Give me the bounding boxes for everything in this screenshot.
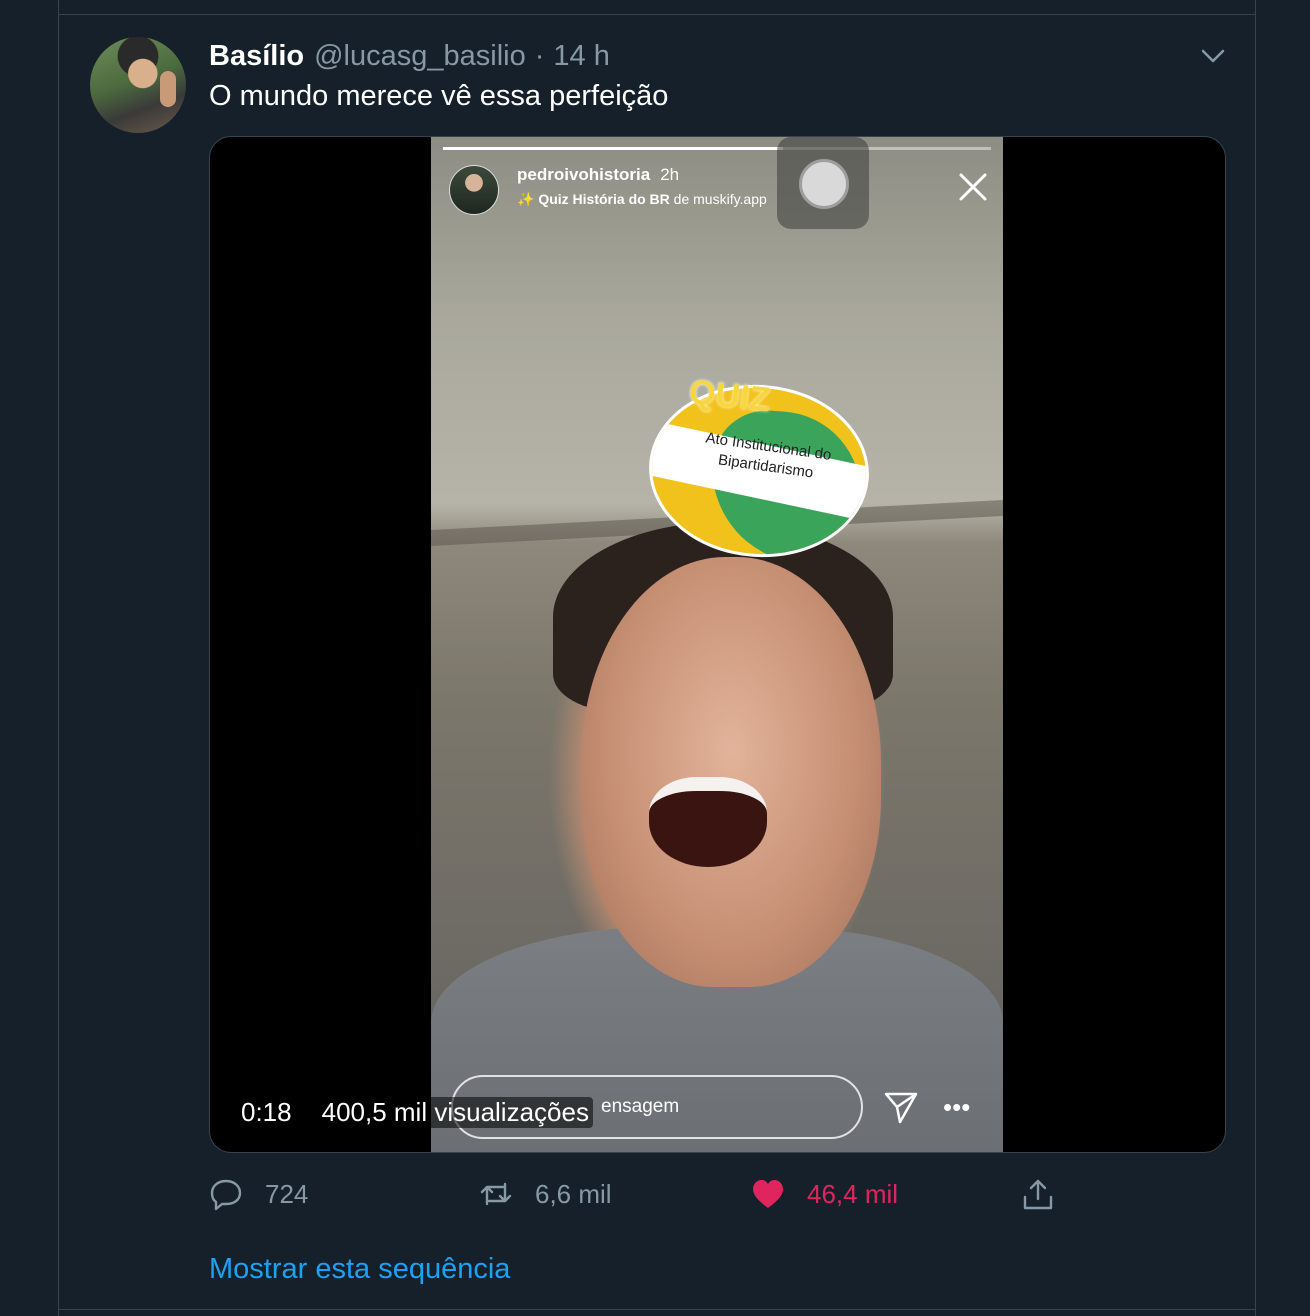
author-avatar[interactable] xyxy=(90,37,186,133)
mouth xyxy=(649,777,767,867)
story-username-line: pedroivohistoria 2h xyxy=(517,165,679,185)
record-button xyxy=(777,137,869,229)
avatar-hand xyxy=(160,71,176,107)
face xyxy=(581,557,881,987)
story-effect-by: de muskify.app xyxy=(673,191,767,207)
retweet-button[interactable]: 6,6 mil xyxy=(479,1172,612,1216)
story-time: 2h xyxy=(660,165,680,184)
story-user-avatar xyxy=(449,165,499,215)
record-circle-icon xyxy=(799,159,849,209)
bottom-divider xyxy=(59,1309,1255,1310)
heart-icon xyxy=(753,1180,783,1208)
show-thread-link[interactable]: Mostrar esta sequência xyxy=(209,1253,510,1286)
send-icon xyxy=(884,1092,918,1124)
author-display-name[interactable]: Basílio xyxy=(209,40,304,73)
story-frame: QUIZ Ato Institucional do Bipartidarismo… xyxy=(431,137,1003,1152)
video-time: 0:18 xyxy=(241,1097,292,1127)
tweet-timestamp[interactable]: 14 h xyxy=(553,40,609,73)
story-progress-fill xyxy=(443,147,783,150)
sparkle-icon: ✨ xyxy=(517,191,535,207)
story-message-placeholder: ensagem xyxy=(601,1096,680,1117)
retweet-icon xyxy=(480,1182,512,1206)
story-progress-bar xyxy=(443,147,991,150)
author-handle[interactable]: @lucasg_basilio xyxy=(314,40,526,73)
tweet-text: O mundo merece vê essa perfeição xyxy=(209,80,669,112)
story-username: pedroivohistoria xyxy=(517,165,651,184)
reply-icon xyxy=(210,1179,242,1211)
video-views: 400,5 mil visualizações xyxy=(317,1097,593,1128)
video-meta: 0:18 400,5 mil visualizações xyxy=(241,1097,593,1128)
header-separator: · xyxy=(534,39,545,72)
tweet-header: Basílio @lucasg_basilio · 14 h xyxy=(209,36,610,76)
story-effect-name: Quiz História do BR xyxy=(538,191,670,207)
story-effect-line: ✨ Quiz História do BR de muskify.app xyxy=(517,191,767,208)
video-player[interactable]: QUIZ Ato Institucional do Bipartidarismo… xyxy=(209,136,1226,1153)
retweet-count: 6,6 mil xyxy=(535,1178,612,1209)
quiz-title: QUIZ xyxy=(687,372,773,420)
more-icon: ••• xyxy=(943,1092,971,1122)
share-button[interactable] xyxy=(1021,1172,1055,1216)
share-icon xyxy=(1023,1179,1053,1210)
reply-count: 724 xyxy=(265,1178,309,1209)
reply-button[interactable]: 724 xyxy=(209,1172,308,1216)
close-icon xyxy=(959,173,987,201)
like-count: 46,4 mil xyxy=(807,1178,899,1209)
top-divider xyxy=(59,14,1255,15)
timeline-column: Basílio @lucasg_basilio · 14 h O mundo m… xyxy=(58,0,1256,1316)
like-button[interactable]: 46,4 mil xyxy=(751,1172,898,1216)
chevron-down-icon[interactable] xyxy=(1197,40,1229,72)
